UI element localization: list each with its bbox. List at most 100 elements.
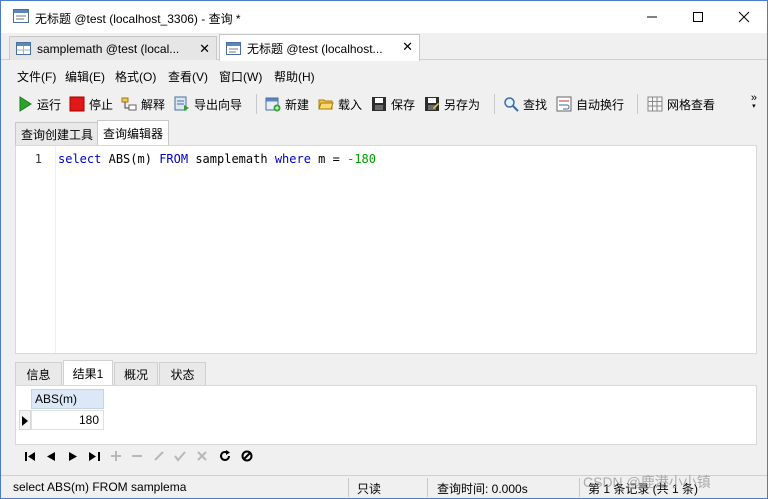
sql-keyword: where <box>274 152 311 166</box>
row-selector[interactable] <box>19 410 31 430</box>
load-label: 载入 <box>338 97 363 112</box>
window-title: 无标题 @test (localhost_3306) - 查询 * <box>35 12 241 26</box>
grid-cell[interactable]: 180 <box>31 410 104 430</box>
search-icon <box>504 97 519 112</box>
edit-record-button[interactable] <box>153 450 165 462</box>
menu-view[interactable]: 查看(V) <box>168 68 208 85</box>
maximize-button[interactable] <box>675 1 721 33</box>
plus-icon <box>111 451 121 461</box>
refresh-button[interactable] <box>219 450 231 462</box>
refresh-icon <box>220 450 230 461</box>
status-sql-preview: select ABS(m) FROM samplema <box>13 480 187 494</box>
menu-file[interactable]: 文件(F) <box>17 68 56 85</box>
last-record-button[interactable] <box>88 450 100 462</box>
stop-refresh-button[interactable] <box>241 450 253 462</box>
next-record-button[interactable] <box>67 450 79 462</box>
doc-tab-label: 无标题 @test (localhost... <box>247 41 383 56</box>
delete-record-button[interactable] <box>131 450 143 462</box>
sql-expression: ABS(m) <box>108 152 152 166</box>
query-icon <box>226 41 241 55</box>
save-button[interactable]: 保存 <box>371 94 415 114</box>
save-as-label: 另存为 <box>444 97 481 112</box>
sql-keyword: FROM <box>159 152 189 166</box>
grid-view-label: 网格查看 <box>667 97 716 112</box>
save-as-button[interactable]: 另存为 <box>424 94 480 114</box>
sql-table-name: samplemath <box>195 152 268 166</box>
folder-open-icon <box>318 99 334 110</box>
menu-format[interactable]: 格式(O) <box>115 68 156 85</box>
menu-edit[interactable]: 编辑(E) <box>65 68 105 85</box>
first-record-button[interactable] <box>24 450 36 462</box>
prev-record-icon <box>47 451 55 461</box>
toolbar-separator <box>637 94 638 114</box>
menu-window[interactable]: 窗口(W) <box>219 68 262 85</box>
run-label: 运行 <box>37 97 62 112</box>
status-separator <box>579 478 580 497</box>
table-icon <box>16 42 31 55</box>
watermark: CSDN @鹿港小小镇 <box>583 474 711 490</box>
explain-label: 解释 <box>141 97 166 112</box>
new-query-button[interactable]: 新建 <box>265 94 309 114</box>
find-label: 查找 <box>523 97 548 112</box>
title-bar: 无标题 @test (localhost_3306) - 查询 * <box>1 1 767 33</box>
query-window: 无标题 @test (localhost_3306) - 查询 * sample… <box>0 0 768 499</box>
minimize-icon <box>647 16 657 18</box>
load-button[interactable]: 载入 <box>318 94 362 114</box>
line-number-gutter: 1 <box>16 146 56 353</box>
save-label: 保存 <box>391 97 416 112</box>
play-icon <box>19 96 32 112</box>
line-number: 1 <box>34 152 42 166</box>
stop-circle-icon <box>241 450 253 462</box>
export-wizard-label: 导出向导 <box>194 97 243 112</box>
cross-icon <box>197 451 207 461</box>
explain-button[interactable]: 解释 <box>121 94 165 114</box>
record-navigator <box>15 445 757 467</box>
column-header[interactable]: ABS(m) <box>31 389 104 409</box>
tab-result-1[interactable]: 结果1 <box>63 360 113 385</box>
toolbar-overflow-button[interactable]: » ▾ <box>751 93 757 111</box>
sql-keyword: select <box>58 152 102 166</box>
menu-help[interactable]: 帮助(H) <box>274 68 315 85</box>
add-record-button[interactable] <box>110 450 122 462</box>
explain-icon <box>121 97 137 111</box>
status-readonly: 只读 <box>357 482 382 496</box>
stop-label: 停止 <box>89 97 114 112</box>
sql-editor[interactable]: 1 select ABS(m) FROM samplemath where m … <box>15 145 757 354</box>
doc-tab-samplemath[interactable]: samplemath @test (local... ✕ <box>9 36 217 60</box>
tab-query-builder[interactable]: 查询创建工具 <box>15 122 100 145</box>
tab-query-editor[interactable]: 查询编辑器 <box>97 120 170 145</box>
doc-tab-label: samplemath @test (local... <box>37 41 180 56</box>
editor-mode-tabs: 查询创建工具 查询编辑器 <box>1 120 767 145</box>
stop-icon <box>69 96 85 112</box>
current-row-arrow-icon <box>22 416 28 426</box>
doc-tab-untitled-query[interactable]: 无标题 @test (localhost... ✕ <box>219 34 420 61</box>
run-button[interactable]: 运行 <box>17 94 61 114</box>
last-record-icon <box>88 451 100 461</box>
close-window-button[interactable] <box>721 1 767 33</box>
new-query-icon <box>265 97 281 112</box>
prev-record-button[interactable] <box>45 450 57 462</box>
doc-tab-close-button[interactable]: ✕ <box>402 40 413 53</box>
tab-status[interactable]: 状态 <box>159 362 206 385</box>
toolbar-separator <box>256 94 257 114</box>
sql-code-line[interactable]: select ABS(m) FROM samplemath where m = … <box>58 152 376 166</box>
query-window-icon <box>13 9 29 23</box>
export-wizard-button[interactable]: 导出向导 <box>174 94 242 114</box>
stop-button[interactable]: 停止 <box>69 94 113 114</box>
find-button[interactable]: 查找 <box>503 94 547 114</box>
doc-tab-close-button[interactable]: ✕ <box>199 42 210 55</box>
save-icon <box>372 97 386 111</box>
result-grid: ABS(m) 180 <box>15 385 757 445</box>
word-wrap-button[interactable]: 自动换行 <box>556 94 624 114</box>
pencil-icon <box>154 451 164 461</box>
grid-icon <box>647 96 663 112</box>
tab-profile[interactable]: 概况 <box>114 362 158 385</box>
overflow-arrow-icon: ▾ <box>752 103 756 110</box>
minimize-button[interactable] <box>629 1 675 33</box>
discard-changes-button[interactable] <box>196 450 208 462</box>
tab-messages[interactable]: 信息 <box>15 362 62 385</box>
apply-changes-button[interactable] <box>174 450 186 462</box>
overflow-chevron-icon: » <box>750 92 757 104</box>
grid-view-button[interactable]: 网格查看 <box>647 94 715 114</box>
export-icon <box>174 96 189 111</box>
